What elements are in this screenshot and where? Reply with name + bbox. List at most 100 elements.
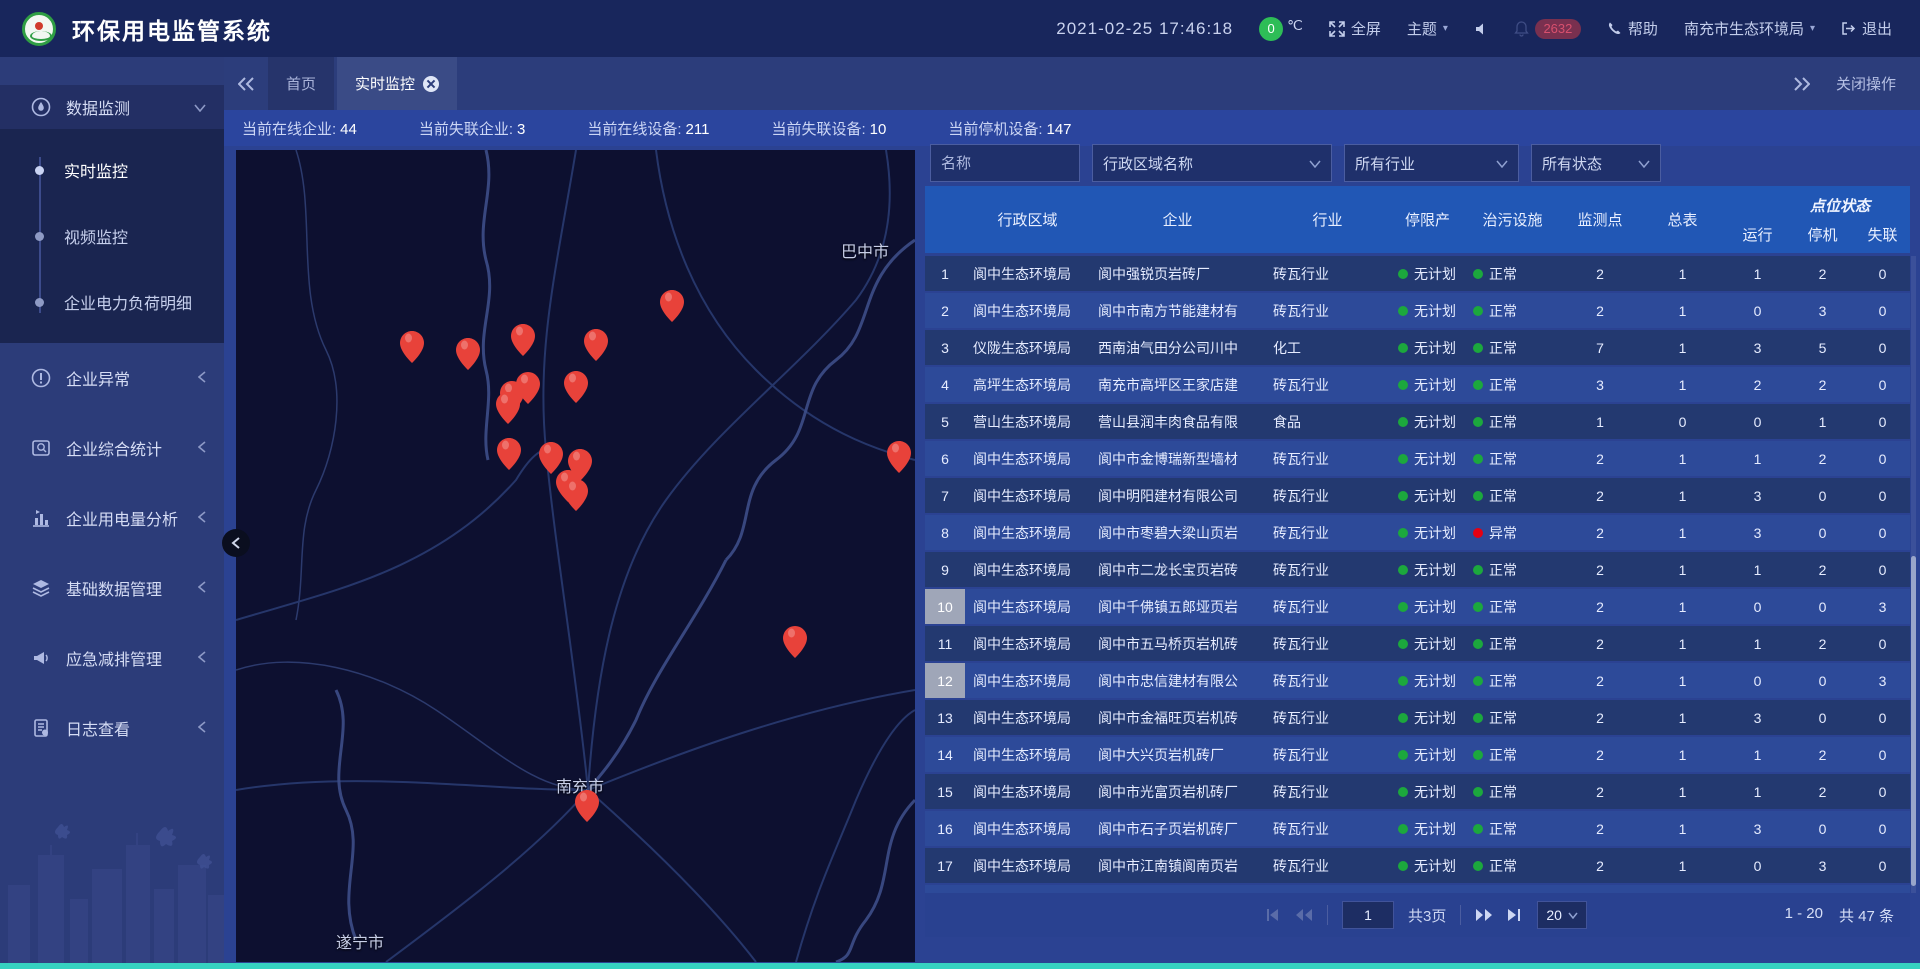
cell-index: 4 (925, 367, 965, 402)
cell-bureau: 阆中生态环境局 (965, 515, 1090, 550)
table-row[interactable]: 4高坪生态环境局南充市高坪区王家店建砖瓦行业无计划正常31220 (925, 367, 1910, 402)
sidebar-collapse-button[interactable] (222, 529, 250, 557)
cell-index: 11 (925, 626, 965, 661)
tabs-scroll-right-icon[interactable] (1794, 77, 1810, 91)
status-dot-icon (1398, 269, 1408, 279)
cell-limit-status: 无计划 (1390, 700, 1465, 735)
table-scrollbar[interactable] (1911, 256, 1916, 893)
notification-button[interactable]: 2632 (1514, 19, 1581, 39)
table-row[interactable]: 6阆中生态环境局阆中市金博瑞新型墙材砖瓦行业无计划正常21120 (925, 441, 1910, 476)
table-row[interactable]: 2阆中生态环境局阆中市南方节能建材有砖瓦行业无计划正常21030 (925, 293, 1910, 328)
phone-icon (1607, 21, 1622, 36)
help-button[interactable]: 帮助 (1607, 18, 1658, 39)
org-dropdown[interactable]: 南充市生态环境局 ▾ (1684, 18, 1815, 39)
cell-running: 3 (1725, 330, 1790, 365)
logout-button[interactable]: 退出 (1841, 18, 1892, 39)
name-search-input[interactable] (930, 144, 1080, 182)
fullscreen-button[interactable]: 全屏 (1329, 18, 1381, 39)
map-pin-icon[interactable] (575, 790, 599, 822)
cell-lost: 0 (1855, 515, 1910, 550)
table-row[interactable]: 18南部生态环境局南部县双佛水泥有限公建材行业无计划正常60060 (925, 885, 1910, 893)
sidebar-group-应急减排管理[interactable]: 应急减排管理 (0, 623, 224, 693)
cell-facility-status: 异常 (1465, 515, 1560, 550)
table-row[interactable]: 15阆中生态环境局阆中市光富页岩机砖厂砖瓦行业无计划正常21120 (925, 774, 1910, 809)
map-pin-icon[interactable] (564, 371, 588, 403)
cell-index: 13 (925, 700, 965, 735)
cell-total-meters: 1 (1640, 478, 1725, 513)
sidebar-item-实时监控[interactable]: 实时监控 (0, 137, 224, 203)
theme-dropdown[interactable]: 主题 ▾ (1407, 18, 1448, 39)
cell-stopped: 3 (1790, 848, 1855, 883)
prev-page-button[interactable] (1295, 908, 1313, 922)
table-row[interactable]: 12阆中生态环境局阆中市忠信建材有限公砖瓦行业无计划正常21003 (925, 663, 1910, 698)
cell-stopped: 0 (1790, 700, 1855, 735)
map-pin-icon[interactable] (584, 329, 608, 361)
mute-speaker-button[interactable] (1474, 22, 1488, 36)
sidebar-group-企业综合统计[interactable]: 企业综合统计 (0, 413, 224, 483)
tab-close-icon[interactable] (423, 76, 439, 92)
map-pin-icon[interactable] (497, 438, 521, 470)
table-row[interactable]: 8阆中生态环境局阆中市枣碧大梁山页岩砖瓦行业无计划异常21300 (925, 515, 1910, 550)
map-pin-icon[interactable] (783, 626, 807, 658)
map-pin-icon[interactable] (456, 338, 480, 370)
cell-monitor-points: 2 (1560, 811, 1640, 846)
sidebar-group-企业用电量分析[interactable]: 企业用电量分析 (0, 483, 224, 553)
region-select[interactable]: 行政区域名称 (1092, 144, 1332, 182)
first-page-button[interactable] (1265, 908, 1281, 922)
table-row[interactable]: 3仪陇生态环境局西南油气田分公司川中化工无计划正常71350 (925, 330, 1910, 365)
status-dot-icon (1473, 676, 1483, 686)
close-operations-button[interactable]: 关闭操作 (1836, 73, 1896, 94)
industry-select[interactable]: 所有行业 (1344, 144, 1519, 182)
table-row[interactable]: 7阆中生态环境局阆中明阳建材有限公司砖瓦行业无计划正常21300 (925, 478, 1910, 513)
chevron-left-icon (198, 721, 206, 736)
sidebar-group-日志查看[interactable]: 日志查看 (0, 693, 224, 763)
status-dot-icon (1473, 269, 1483, 279)
table-row[interactable]: 5营山生态环境局营山县润丰肉食品有限食品无计划正常10010 (925, 404, 1910, 439)
map-panel[interactable]: 巴中市南充市遂宁市 (236, 150, 915, 962)
tabs-scroll-left-icon[interactable] (224, 57, 268, 110)
cell-limit-status: 无计划 (1390, 293, 1465, 328)
page-number-input[interactable] (1342, 901, 1394, 929)
scrollbar-thumb[interactable] (1911, 556, 1916, 886)
tab-实时监控[interactable]: 实时监控 (337, 57, 457, 110)
status-dot-icon (1473, 713, 1483, 723)
next-page-button[interactable] (1475, 908, 1493, 922)
map-pin-icon[interactable] (496, 392, 520, 424)
cell-lost: 0 (1855, 256, 1910, 291)
page-size-select[interactable]: 20 (1537, 901, 1587, 929)
chevron-left-icon (198, 511, 206, 526)
map-pin-icon[interactable] (400, 331, 424, 363)
sidebar-group-label: 日志查看 (66, 716, 198, 740)
table-row[interactable]: 16阆中生态环境局阆中市石子页岩机砖厂砖瓦行业无计划正常21300 (925, 811, 1910, 846)
sidebar-item-企业电力负荷明细[interactable]: 企业电力负荷明细 (0, 269, 224, 335)
sidebar-group-数据监测[interactable]: 数据监测 (0, 85, 224, 129)
status-dot-icon (1398, 454, 1408, 464)
cell-lost: 0 (1855, 552, 1910, 587)
last-page-button[interactable] (1507, 908, 1523, 922)
status-dot-icon (1398, 565, 1408, 575)
table-row[interactable]: 9阆中生态环境局阆中市二龙长宝页岩砖砖瓦行业无计划正常21120 (925, 552, 1910, 587)
sidebar-group-企业异常[interactable]: 企业异常 (0, 343, 224, 413)
status-select[interactable]: 所有状态 (1531, 144, 1661, 182)
tab-首页[interactable]: 首页 (268, 57, 334, 110)
table-row[interactable]: 17阆中生态环境局阆中市江南镇阆南页岩砖瓦行业无计划正常21030 (925, 848, 1910, 883)
layers-icon (30, 578, 52, 598)
map-pin-icon[interactable] (887, 441, 911, 473)
cell-running: 3 (1725, 478, 1790, 513)
bell-icon (1514, 21, 1529, 37)
cell-monitor-points: 2 (1560, 774, 1640, 809)
sidebar-group-基础数据管理[interactable]: 基础数据管理 (0, 553, 224, 623)
map-pin-icon[interactable] (660, 290, 684, 322)
cell-industry: 砖瓦行业 (1265, 626, 1390, 661)
cell-lost: 0 (1855, 330, 1910, 365)
city-skyline-decoration (0, 823, 224, 963)
table-row[interactable]: 13阆中生态环境局阆中市金福旺页岩机砖砖瓦行业无计划正常21300 (925, 700, 1910, 735)
table-row[interactable]: 11阆中生态环境局阆中市五马桥页岩机砖砖瓦行业无计划正常21120 (925, 626, 1910, 661)
table-row[interactable]: 1阆中生态环境局阆中强锐页岩砖厂砖瓦行业无计划正常21120 (925, 256, 1910, 291)
pagination-bar: 共3页 20 1 - 20 共 47 条 (925, 893, 1910, 937)
table-row[interactable]: 10阆中生态环境局阆中千佛镇五郎垭页岩砖瓦行业无计划正常21003 (925, 589, 1910, 624)
sidebar-item-视频监控[interactable]: 视频监控 (0, 203, 224, 269)
map-pin-icon[interactable] (511, 324, 535, 356)
table-row[interactable]: 14阆中生态环境局阆中大兴页岩机砖厂砖瓦行业无计划正常21120 (925, 737, 1910, 772)
map-pin-icon[interactable] (564, 479, 588, 511)
